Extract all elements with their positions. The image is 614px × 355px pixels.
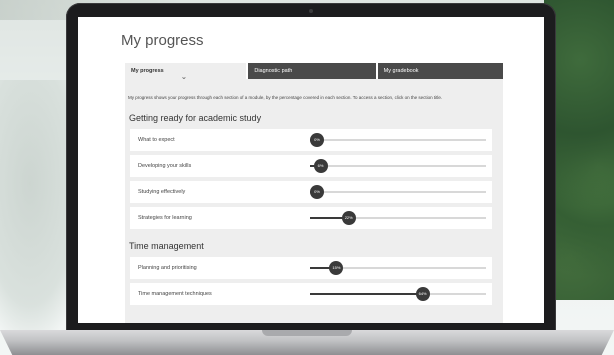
progress-fill (310, 293, 423, 295)
progress-knob: 0% (310, 133, 324, 147)
tab-diagnostic-path[interactable]: Diagnostic path (248, 63, 376, 79)
progress-knob: 22% (341, 211, 356, 225)
tab-bar: My progress ⌄ Diagnostic path My gradebo… (125, 63, 503, 81)
section-item-link[interactable]: Studying effectively (138, 181, 185, 203)
progress-knob: 0% (310, 185, 324, 199)
laptop-screen: My progress My progress ⌄ Diagnostic pat… (78, 17, 544, 323)
progress-slider: 0% (310, 185, 486, 199)
progress-slider: 6% (310, 159, 486, 173)
tab-my-gradebook[interactable]: My gradebook (377, 63, 503, 79)
progress-knob: 64% (415, 287, 430, 301)
tab-label: My gradebook (383, 68, 419, 74)
progress-slider: 64% (310, 287, 486, 301)
section-item-link[interactable]: Developing your skills (138, 155, 191, 177)
page-title: My progress (121, 32, 204, 49)
progress-slider: 0% (310, 133, 486, 147)
tab-label: Diagnostic path (254, 68, 293, 74)
list-item: What to expect 0% (130, 129, 492, 151)
progress-knob: 15% (329, 261, 344, 275)
section-item-link[interactable]: Strategies for learning (138, 207, 192, 229)
section-item-link[interactable]: Planning and prioritising (138, 257, 197, 279)
tab-my-progress[interactable]: My progress ⌄ (125, 63, 247, 81)
laptop-base-notch (262, 330, 352, 336)
list-item: Strategies for learning 22% (130, 207, 492, 229)
list-item: Time management techniques 64% (130, 283, 492, 305)
laptop-lid: My progress My progress ⌄ Diagnostic pat… (66, 3, 556, 335)
list-item: Planning and prioritising 15% (130, 257, 492, 279)
section-heading[interactable]: Time management (129, 241, 204, 251)
section-item-link[interactable]: Time management techniques (138, 283, 212, 305)
progress-panel: My progress shows your progress through … (125, 79, 503, 323)
progress-slider: 15% (310, 261, 486, 275)
intro-text: My progress shows your progress through … (128, 95, 443, 100)
section-heading[interactable]: Getting ready for academic study (129, 113, 261, 123)
progress-knob: 6% (313, 159, 328, 173)
progress-slider: 22% (310, 211, 486, 225)
camera-icon (309, 9, 313, 13)
list-item: Developing your skills 6% (130, 155, 492, 177)
section-item-link[interactable]: What to expect (138, 129, 175, 151)
list-item: Studying effectively 0% (130, 181, 492, 203)
tab-label: My progress (131, 68, 164, 74)
